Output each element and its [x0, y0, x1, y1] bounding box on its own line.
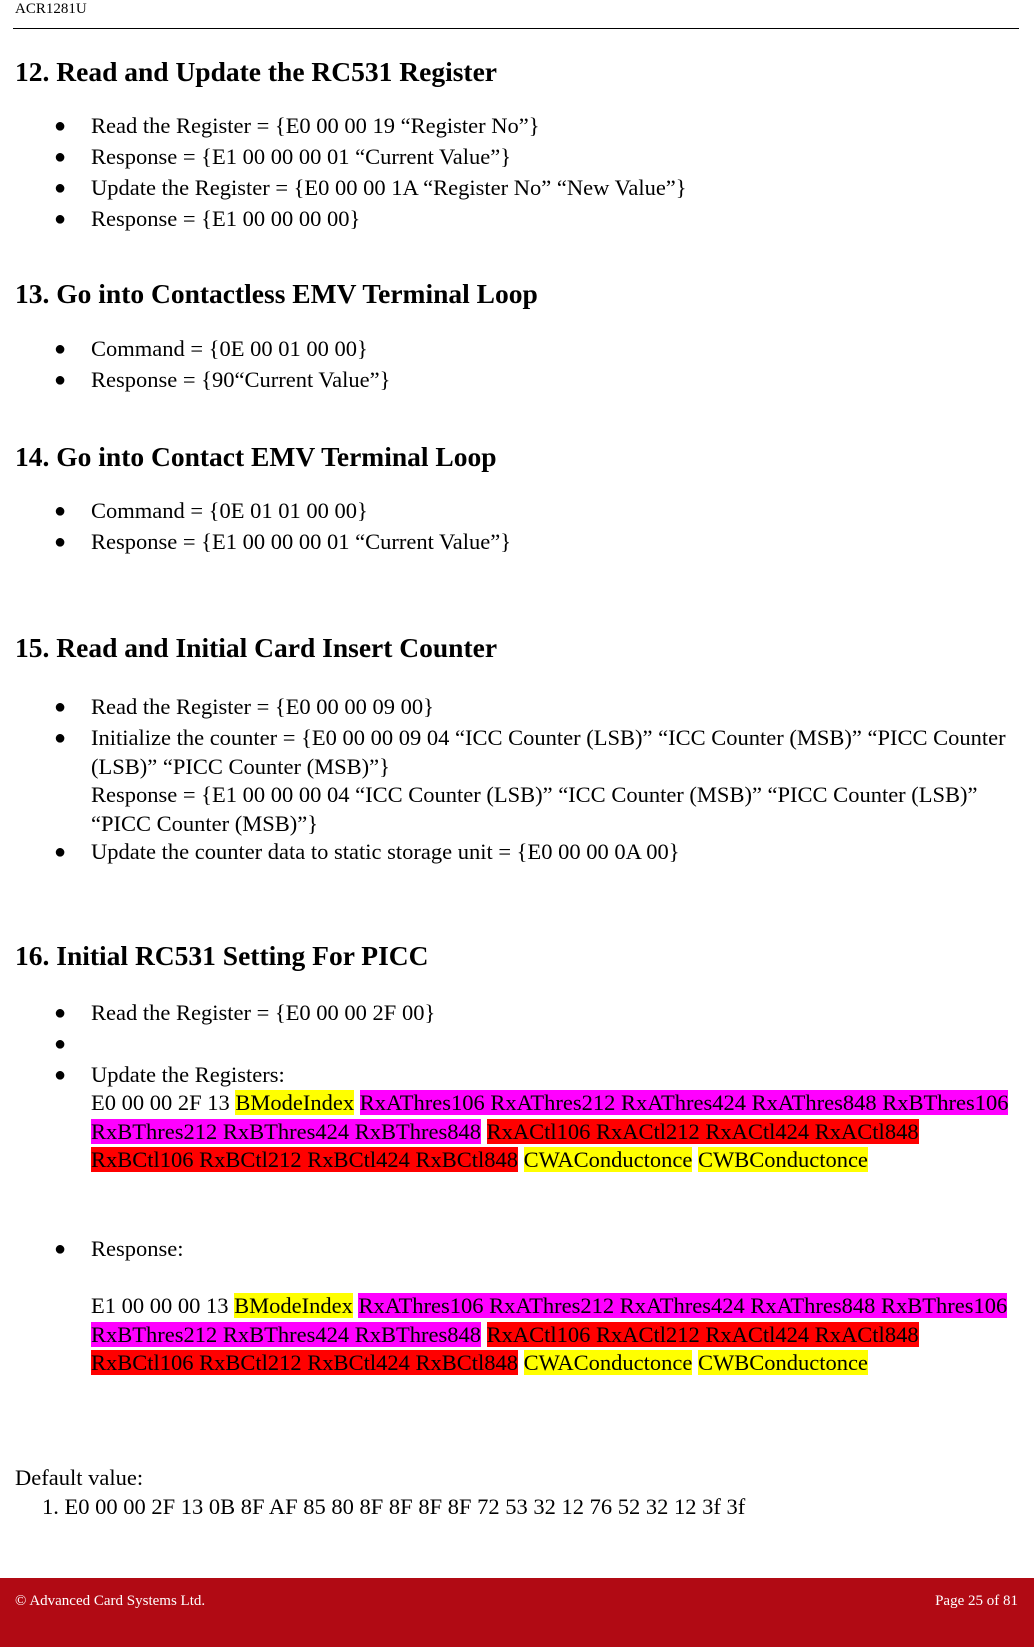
bullet-icon: ●	[54, 727, 67, 749]
section-15-list: ● Read the Register = {E0 00 00 09 00} ● I…	[0, 693, 1034, 869]
page-footer: © Advanced Card Systems Ltd. Page 25 of …	[0, 1578, 1034, 1647]
section-14-list: ● Command = {0E 01 01 00 00} ● Response = …	[0, 497, 1034, 559]
field-cwb-conductance: CWBConductonce	[697, 1147, 868, 1172]
field-bmode-index: BModeIndex	[235, 1090, 355, 1115]
command-prefix: E0 00 00 2F 13	[91, 1090, 230, 1115]
list-item-text: Response = {E1 00 00 00 01 “Current Valu…	[91, 144, 512, 169]
bullet-icon: ●	[54, 208, 67, 230]
bullet-icon: ●	[54, 1064, 67, 1086]
list-item-text: Response:	[91, 1236, 184, 1261]
list-item-text: Initialize the counter = {E0 00 00 09 04…	[91, 725, 1006, 779]
list-item: ● Read the Register = {E0 00 00 09 00}	[0, 693, 1011, 724]
list-item: ● Read the Register = {E0 00 00 19 “Regis…	[0, 112, 1011, 143]
section-16-list: ● Read the Register = {E0 00 00 2F 00} ● …	[0, 999, 1034, 1092]
bullet-icon: ●	[54, 146, 67, 168]
bullet-icon: ●	[54, 1002, 67, 1024]
update-registers-command: E0 00 00 2F 13 BModeIndex RxAThres106 Rx…	[91, 1089, 1016, 1175]
list-item: ● Read the Register = {E0 00 00 2F 00}	[0, 999, 1011, 1030]
section-heading-14: 14. Go into Contact EMV Terminal Loop	[15, 441, 497, 472]
list-item-text: Read the Register = {E0 00 00 19 “Regist…	[91, 113, 540, 138]
list-item-empty: ●	[0, 1030, 1011, 1061]
list-item: ● Response = {E1 00 00 00 01 “Current Val…	[0, 143, 1011, 174]
list-item-text: Update the Registers:	[91, 1062, 285, 1087]
bullet-icon: ●	[54, 500, 67, 522]
list-item: ● Command = {0E 00 01 00 00}	[0, 335, 1011, 366]
list-item: ● Response = {90“Current Value”}	[0, 366, 1011, 397]
bullet-icon: ●	[54, 841, 67, 863]
list-item: ● Update the Registers:	[0, 1061, 1011, 1092]
list-item: ● Update the Register = {E0 00 00 1A “Reg…	[0, 174, 1011, 205]
section-13-list: ● Command = {0E 00 01 00 00} ● Response = …	[0, 335, 1034, 397]
default-value-label: Default value:	[15, 1465, 144, 1490]
list-item: ● Response:	[0, 1235, 1011, 1266]
list-item: ● Command = {0E 01 01 00 00}	[0, 497, 1011, 528]
default-value-entry: 1. E0 00 00 2F 13 0B 8F AF 85 80 8F 8F 8…	[42, 1494, 746, 1519]
list-item-text: Command = {0E 01 01 00 00}	[91, 498, 368, 523]
field-bmode-index: BModeIndex	[234, 1293, 353, 1318]
footer-copyright: © Advanced Card Systems Ltd.	[15, 1593, 206, 1609]
field-cwa-conductance: CWAConductonce	[523, 1147, 693, 1172]
bullet-icon: ●	[54, 369, 67, 391]
bullet-icon: ●	[54, 177, 67, 199]
field-cwa-conductance: CWAConductonce	[523, 1350, 693, 1375]
header-rule	[13, 28, 1019, 29]
list-item: ● Response = {E1 00 00 00 00}	[0, 205, 1011, 236]
list-item-text: Read the Register = {E0 00 00 09 00}	[91, 694, 434, 719]
section-16-response-list: ● Response:	[0, 1235, 1034, 1266]
list-item-text: Update the counter data to static storag…	[91, 839, 680, 864]
section-heading-13: 13. Go into Contactless EMV Terminal Loo…	[15, 278, 538, 309]
list-item-text: Response = {E1 00 00 00 00}	[91, 206, 361, 231]
response-prefix: E1 00 00 00 13	[91, 1293, 229, 1318]
list-item-text: Response = {E1 00 00 00 04 “ICC Counter …	[91, 782, 978, 836]
list-item-text: Update the Register = {E0 00 00 1A “Regi…	[91, 175, 687, 200]
list-item-text: Response = {90“Current Value”}	[91, 367, 391, 392]
section-12-list: ● Read the Register = {E0 00 00 19 “Regis…	[0, 112, 1034, 236]
update-registers-response: E1 00 00 00 13 BModeIndex RxAThres106 Rx…	[91, 1292, 1016, 1378]
list-item: ● Initialize the counter = {E0 00 00 09 0…	[0, 724, 1016, 838]
list-item-text: Response = {E1 00 00 00 01 “Current Valu…	[91, 529, 512, 554]
section-heading-12: 12. Read and Update the RC531 Register	[15, 56, 497, 87]
bullet-icon: ●	[54, 531, 67, 553]
list-item-text: Read the Register = {E0 00 00 2F 00}	[91, 1000, 436, 1025]
page-number: Page 25 of 81	[935, 1593, 1018, 1609]
bullet-icon: ●	[54, 115, 67, 137]
page-header-title: ACR1281U	[15, 1, 87, 17]
list-item: ● Update the counter data to static stora…	[0, 838, 1011, 869]
bullet-icon: ●	[54, 696, 67, 718]
bullet-icon: ●	[54, 1033, 67, 1055]
section-heading-16: 16. Initial RC531 Setting For PICC	[15, 940, 429, 971]
section-heading-15: 15. Read and Initial Card Insert Counter	[15, 632, 498, 663]
bullet-icon: ●	[54, 1238, 67, 1260]
list-item-text: Command = {0E 00 01 00 00}	[91, 336, 368, 361]
bullet-icon: ●	[54, 338, 67, 360]
field-cwb-conductance: CWBConductonce	[697, 1350, 868, 1375]
list-item: ● Response = {E1 00 00 00 01 “Current Val…	[0, 528, 1011, 559]
